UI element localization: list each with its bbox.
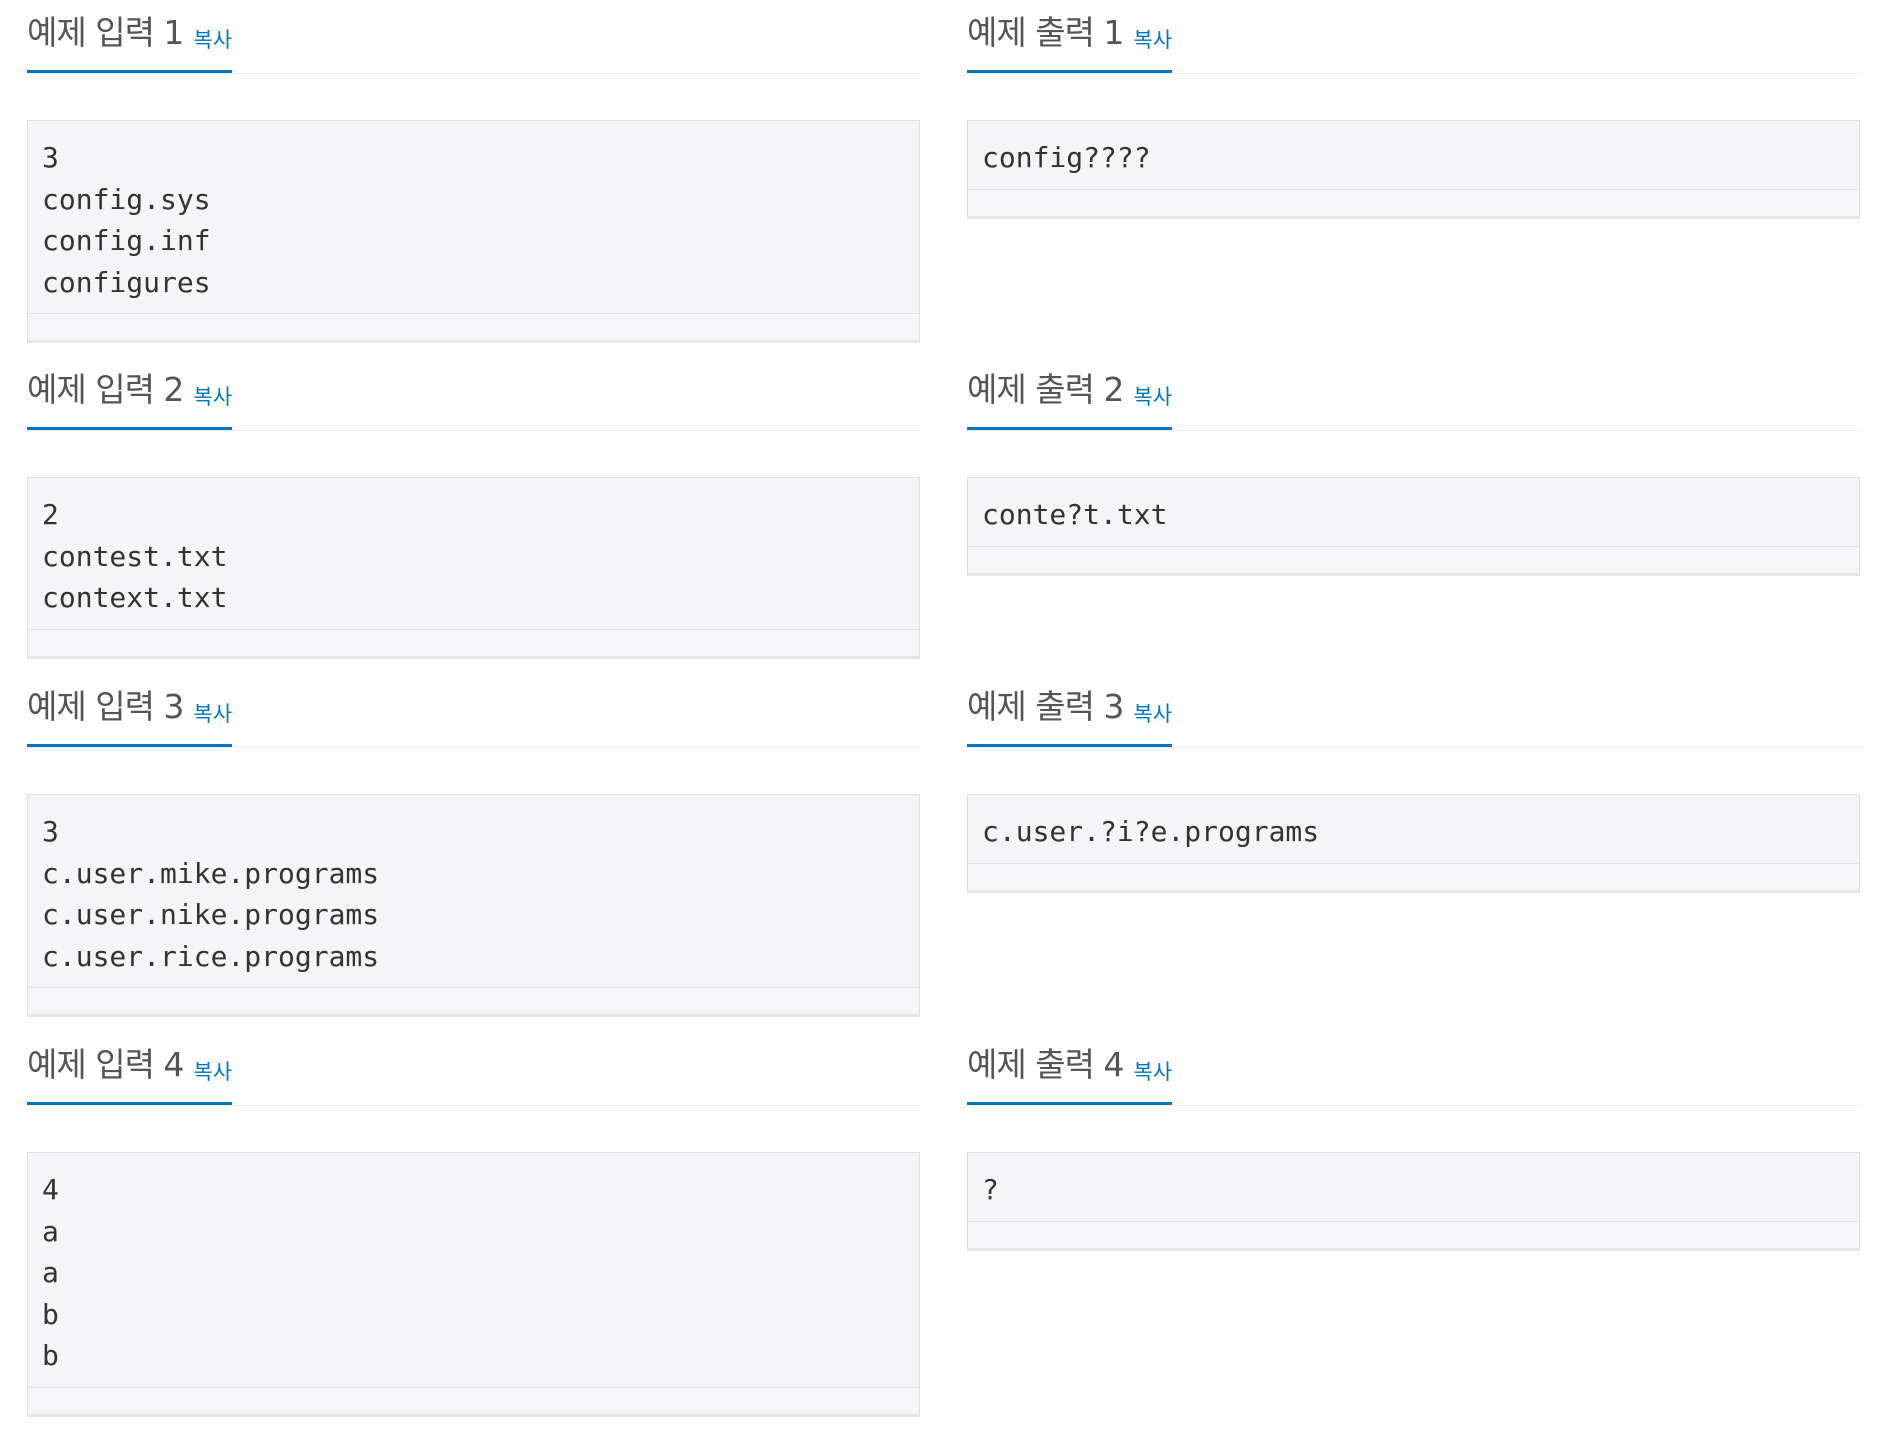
sample-input-3-box[interactable]: 3 c.user.mike.programs c.user.nike.progr… <box>27 794 920 1017</box>
copy-button[interactable]: 복사 <box>1133 1056 1172 1086</box>
sample-input-1-header: 예제 입력 1 복사 <box>27 13 920 74</box>
sample-input-4-title: 예제 입력 4 <box>27 1045 184 1084</box>
sample-input-1-section: 예제 입력 1 복사 3 config.sys config.inf confi… <box>27 13 920 343</box>
sample-input-3-section: 예제 입력 3 복사 3 c.user.mike.programs c.user… <box>27 687 920 1017</box>
sample-box-footer <box>968 863 1859 890</box>
sample-input-4-section: 예제 입력 4 복사 4 a a b b <box>27 1045 920 1417</box>
sample-input-1-box[interactable]: 3 config.sys config.inf configures <box>27 120 920 343</box>
sample-input-2-box[interactable]: 2 contest.txt context.txt <box>27 477 920 659</box>
sample-output-4-title: 예제 출력 4 <box>967 1045 1124 1084</box>
sample-output-1-title: 예제 출력 1 <box>967 13 1124 52</box>
sample-output-3-box[interactable]: c.user.?i?e.programs <box>967 794 1860 893</box>
copy-button[interactable]: 복사 <box>193 381 232 411</box>
sample-output-1-section: 예제 출력 1 복사 config???? <box>967 13 1860 219</box>
sample-input-1-heading: 예제 입력 1 복사 <box>27 13 233 73</box>
sample-box-footer <box>28 314 919 340</box>
sample-input-3-title: 예제 입력 3 <box>27 687 184 726</box>
sample-output-3-section: 예제 출력 3 복사 c.user.?i?e.programs <box>967 687 1860 893</box>
sample-input-4-box[interactable]: 4 a a b b <box>27 1152 920 1417</box>
sample-input-2-title: 예제 입력 2 <box>27 370 184 409</box>
sample-output-2-heading: 예제 출력 2 복사 <box>967 370 1173 430</box>
sample-input-2-section: 예제 입력 2 복사 2 contest.txt context.txt <box>27 370 920 659</box>
sample-output-2-title: 예제 출력 2 <box>967 370 1124 409</box>
copy-button[interactable]: 복사 <box>1133 698 1172 728</box>
sample-input-3-heading: 예제 입력 3 복사 <box>27 687 233 747</box>
sample-output-2-box[interactable]: conte?t.txt <box>967 477 1860 576</box>
sample-output-1-heading: 예제 출력 1 복사 <box>967 13 1173 73</box>
copy-button[interactable]: 복사 <box>1133 381 1172 411</box>
sample-input-4-header: 예제 입력 4 복사 <box>27 1045 920 1106</box>
sample-box-footer <box>968 546 1859 573</box>
sample-input-2-heading: 예제 입력 2 복사 <box>27 370 233 430</box>
sample-output-4-header: 예제 출력 4 복사 <box>967 1045 1860 1106</box>
sample-input-4-heading: 예제 입력 4 복사 <box>27 1045 233 1105</box>
sample-output-4-section: 예제 출력 4 복사 ? <box>967 1045 1860 1251</box>
sample-output-3-heading: 예제 출력 3 복사 <box>967 687 1173 747</box>
sample-output-1-header: 예제 출력 1 복사 <box>967 13 1860 74</box>
sample-box-footer <box>968 189 1859 216</box>
sample-input-1-text[interactable]: 3 config.sys config.inf configures <box>28 121 919 314</box>
sample-output-4-heading: 예제 출력 4 복사 <box>967 1045 1173 1105</box>
copy-button[interactable]: 복사 <box>1133 24 1172 54</box>
sample-output-2-header: 예제 출력 2 복사 <box>967 370 1860 431</box>
sample-input-3-header: 예제 입력 3 복사 <box>27 687 920 748</box>
copy-button[interactable]: 복사 <box>193 1056 232 1086</box>
sample-output-3-text[interactable]: c.user.?i?e.programs <box>968 795 1859 864</box>
copy-button[interactable]: 복사 <box>193 698 232 728</box>
sample-output-2-text[interactable]: conte?t.txt <box>968 478 1859 547</box>
sample-output-4-box[interactable]: ? <box>967 1152 1860 1251</box>
sample-output-3-header: 예제 출력 3 복사 <box>967 687 1860 748</box>
sample-output-2-section: 예제 출력 2 복사 conte?t.txt <box>967 370 1860 576</box>
sample-box-footer <box>28 1387 919 1414</box>
sample-input-3-text[interactable]: 3 c.user.mike.programs c.user.nike.progr… <box>28 795 919 988</box>
sample-output-4-text[interactable]: ? <box>968 1153 1859 1222</box>
sample-input-4-text[interactable]: 4 a a b b <box>28 1153 919 1388</box>
sample-box-footer <box>28 629 919 656</box>
sample-box-footer <box>968 1221 1859 1248</box>
sample-output-1-text[interactable]: config???? <box>968 121 1859 190</box>
sample-input-1-title: 예제 입력 1 <box>27 13 184 52</box>
sample-output-3-title: 예제 출력 3 <box>967 687 1124 726</box>
sample-input-2-text[interactable]: 2 contest.txt context.txt <box>28 478 919 630</box>
copy-button[interactable]: 복사 <box>193 24 232 54</box>
sample-output-1-box[interactable]: config???? <box>967 120 1860 219</box>
sample-input-2-header: 예제 입력 2 복사 <box>27 370 920 431</box>
sample-box-footer <box>28 988 919 1014</box>
